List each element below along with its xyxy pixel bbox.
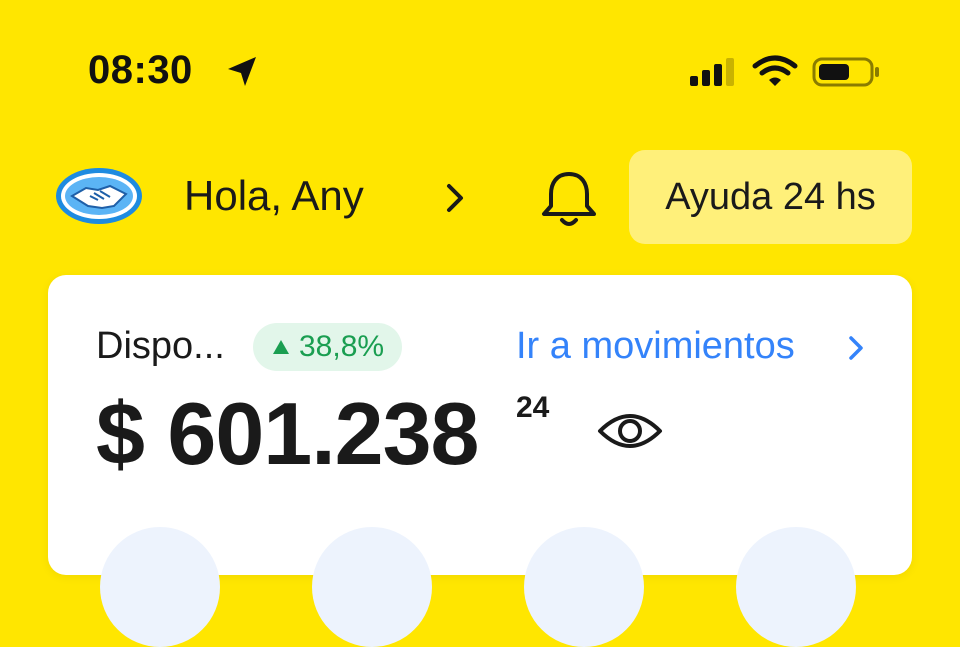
trend-value: 38,8% bbox=[299, 330, 385, 363]
balance-cents: 24 bbox=[516, 391, 550, 424]
balance-label: Dispo... bbox=[96, 325, 225, 367]
movements-link[interactable]: Ir a movimientos bbox=[516, 325, 795, 368]
signal-icon bbox=[690, 58, 734, 86]
chevron-right-icon[interactable] bbox=[844, 331, 868, 365]
eye-icon[interactable] bbox=[596, 405, 664, 457]
shortcut-button[interactable] bbox=[524, 527, 644, 647]
status-time: 08:30 bbox=[88, 48, 193, 92]
app-header: Hola, Any Ayuda 24 hs bbox=[0, 148, 960, 248]
help-24hs-button[interactable]: Ayuda 24 hs bbox=[629, 150, 912, 244]
wifi-icon bbox=[752, 55, 798, 86]
chevron-right-icon[interactable] bbox=[440, 178, 470, 218]
shortcut-row bbox=[48, 527, 912, 647]
triangle-up-icon bbox=[273, 340, 289, 354]
shortcut-button[interactable] bbox=[736, 527, 856, 647]
greeting-text[interactable]: Hola, Any bbox=[184, 172, 364, 220]
status-bar: 08:30 bbox=[0, 0, 960, 140]
shortcut-button[interactable] bbox=[312, 527, 432, 647]
balance-amount: $ 601.238 bbox=[96, 384, 479, 483]
location-arrow-icon bbox=[228, 57, 256, 86]
battery-icon bbox=[812, 57, 879, 87]
help-button-label: Ayuda 24 hs bbox=[665, 175, 876, 218]
bell-icon[interactable] bbox=[534, 166, 604, 232]
mercadopago-handshake-logo[interactable] bbox=[54, 166, 144, 226]
shortcut-button[interactable] bbox=[100, 527, 220, 647]
balance-card: Dispo... 38,8% Ir a movimientos $ 601.23… bbox=[48, 275, 912, 647]
trend-badge: 38,8% bbox=[253, 323, 403, 371]
